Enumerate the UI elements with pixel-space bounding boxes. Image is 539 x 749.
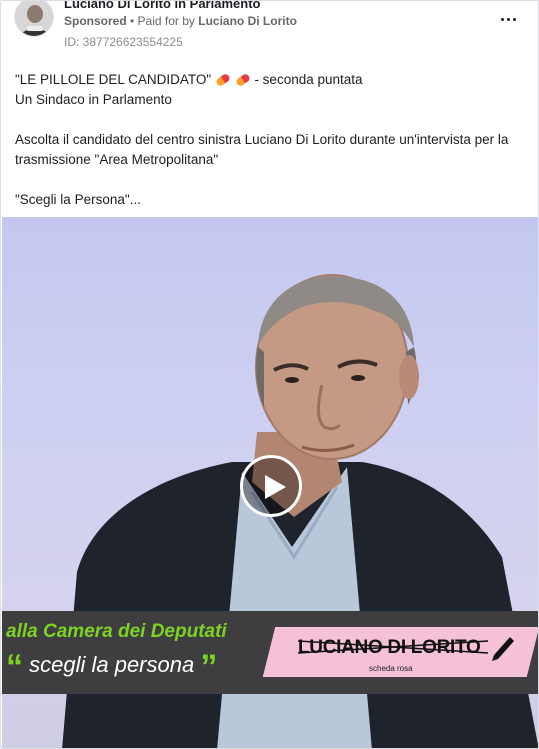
pill-emoji-icon: [214, 73, 231, 88]
video-caption-banner: alla Camera dei Deputati “ scegli la per…: [2, 611, 538, 694]
message-line-quote: "Scegli la Persona"...: [15, 192, 141, 207]
sponsored-label: Sponsored: [64, 14, 127, 28]
video-player[interactable]: alla Camera dei Deputati “ scegli la per…: [2, 217, 538, 748]
ballot-subtitle: scheda rosa: [369, 664, 413, 673]
title-suffix: - seconda puntata: [250, 72, 363, 87]
message-blank: [15, 110, 530, 130]
sponsored-line: Sponsored • Paid for by Luciano Di Lorit…: [64, 14, 297, 28]
banner-slogan: “ scegli la persona ”: [6, 648, 217, 687]
ballot-cross-mark: [298, 637, 514, 661]
more-options-button[interactable]: [497, 11, 519, 27]
banner-slogan-text: scegli la persona: [23, 652, 195, 677]
post-message: "LE PILLOLE DEL CANDIDATO" - seconda pun…: [15, 70, 530, 210]
close-quote-mark: ”: [200, 648, 218, 686]
separator-dot: •: [126, 14, 138, 28]
message-line-description: Ascolta il candidato del centro sinistra…: [15, 132, 509, 167]
play-icon: [265, 475, 286, 499]
pill-emoji-icon: [234, 73, 251, 88]
play-button[interactable]: [240, 455, 302, 517]
message-line-subtitle: Un Sindaco in Parlamento: [15, 92, 172, 107]
banner-headline: alla Camera dei Deputati: [6, 621, 227, 642]
more-dot: [512, 17, 516, 21]
pencil-icon: [492, 637, 514, 661]
title-text: "LE PILLOLE DEL CANDIDATO": [15, 72, 212, 87]
paid-for-name: Luciano Di Lorito: [198, 14, 297, 28]
page-name-link[interactable]: Luciano Di Lorito in Parlamento: [64, 1, 260, 11]
paid-for-prefix: Paid for by: [137, 14, 199, 28]
post-header: Luciano Di Lorito in Parlamento Sponsore…: [1, 1, 538, 59]
message-blank: [15, 170, 530, 190]
ad-post-card: Luciano Di Lorito in Parlamento Sponsore…: [0, 0, 539, 749]
more-dot: [506, 17, 510, 21]
more-horizontal-icon: [500, 17, 504, 21]
message-line-title: "LE PILLOLE DEL CANDIDATO" - seconda pun…: [15, 70, 530, 90]
page-avatar[interactable]: [14, 1, 54, 37]
open-quote-mark: “: [6, 648, 23, 686]
ad-id: ID: 387726623554225: [64, 35, 183, 49]
